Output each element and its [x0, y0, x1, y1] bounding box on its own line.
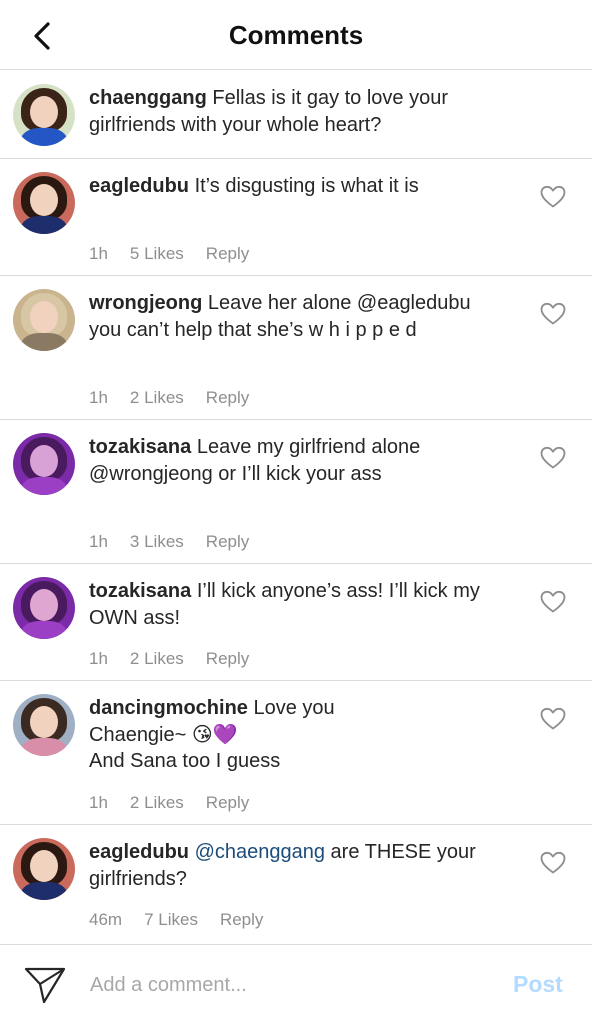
- heart-outline-icon: [540, 590, 566, 613]
- comment-username[interactable]: wrongjeong: [89, 292, 202, 314]
- comment-text: dancingmochine Love you Chaengie~ 😘💜 And…: [89, 695, 489, 775]
- comment-item: wrongjeong Leave her alone @eagledubu yo…: [0, 276, 592, 420]
- comment-meta: 1h 2 Likes Reply: [89, 793, 271, 813]
- comment-text: eagledubu It’s disgusting is what it is: [89, 173, 489, 200]
- comment-time: 1h: [89, 244, 108, 263]
- heart-outline-icon: [540, 851, 566, 874]
- comment-meta: 1h 2 Likes Reply: [89, 649, 271, 669]
- comment-username[interactable]: tozakisana: [89, 580, 191, 602]
- comment-time: 1h: [89, 532, 108, 551]
- comment-body: Love you: [247, 697, 335, 719]
- post-caption: chaenggang Fellas is it gay to love your…: [0, 71, 592, 159]
- heart-outline-icon: [540, 707, 566, 730]
- comment-item: dancingmochine Love you Chaengie~ 😘💜 And…: [0, 681, 592, 825]
- avatar[interactable]: [13, 838, 75, 900]
- comment-item: eagledubu It’s disgusting is what it is …: [0, 159, 592, 276]
- avatar[interactable]: [13, 694, 75, 756]
- top-bar: Comments: [0, 0, 592, 70]
- mention-link[interactable]: @chaenggang: [195, 841, 325, 863]
- comment-likes[interactable]: 5 Likes: [130, 244, 184, 264]
- comment-time: 1h: [89, 793, 108, 812]
- reply-button[interactable]: Reply: [206, 793, 249, 813]
- paper-plane-icon: [24, 967, 66, 1004]
- like-button[interactable]: [540, 851, 566, 875]
- avatar[interactable]: [13, 84, 75, 146]
- avatar[interactable]: [13, 172, 75, 234]
- comment-meta: 1h 3 Likes Reply: [89, 532, 271, 552]
- comment-list[interactable]: chaenggang Fellas is it gay to love your…: [0, 71, 592, 944]
- like-button[interactable]: [540, 302, 566, 326]
- comment-body-line: Chaengie~ 😘💜: [89, 723, 238, 746]
- like-button[interactable]: [540, 185, 566, 209]
- share-button[interactable]: [24, 965, 66, 1005]
- comment-text: tozakisana I’ll kick anyone’s ass! I’ll …: [89, 578, 489, 631]
- comment-username[interactable]: eagledubu: [89, 175, 189, 197]
- heart-outline-icon: [540, 446, 566, 469]
- comment-likes[interactable]: 2 Likes: [130, 649, 184, 669]
- reply-button[interactable]: Reply: [206, 532, 249, 552]
- comment-meta: 1h 2 Likes Reply: [89, 388, 271, 408]
- comment-composer: Post: [0, 944, 592, 1024]
- like-button[interactable]: [540, 446, 566, 470]
- avatar[interactable]: [13, 433, 75, 495]
- comment-text: tozakisana Leave my girlfriend alone @wr…: [89, 434, 489, 487]
- comment-body-line: And Sana too I guess: [89, 750, 281, 772]
- comment-item: tozakisana I’ll kick anyone’s ass! I’ll …: [0, 564, 592, 681]
- comment-likes[interactable]: 3 Likes: [130, 532, 184, 552]
- comment-username[interactable]: chaenggang: [89, 87, 207, 109]
- comment-likes[interactable]: 7 Likes: [144, 910, 198, 930]
- comment-username[interactable]: dancingmochine: [89, 697, 248, 719]
- comment-time: 46m: [89, 910, 123, 929]
- heart-outline-icon: [540, 302, 566, 325]
- reply-button[interactable]: Reply: [220, 910, 263, 930]
- reply-button[interactable]: Reply: [206, 649, 249, 669]
- avatar[interactable]: [13, 577, 75, 639]
- comment-meta: 1h 5 Likes Reply: [89, 244, 271, 264]
- post-button[interactable]: Post: [513, 971, 563, 998]
- comment-meta: 46m 7 Likes Reply: [89, 910, 285, 930]
- avatar[interactable]: [13, 289, 75, 351]
- comment-time: 1h: [89, 649, 108, 668]
- comment-text: wrongjeong Leave her alone @eagledubu yo…: [89, 290, 489, 343]
- comment-time: 1h: [89, 388, 108, 407]
- heart-outline-icon: [540, 185, 566, 208]
- comment-username[interactable]: tozakisana: [89, 436, 191, 458]
- comment-username[interactable]: eagledubu: [89, 841, 189, 863]
- comment-item: tozakisana Leave my girlfriend alone @wr…: [0, 420, 592, 564]
- reply-button[interactable]: Reply: [206, 244, 249, 264]
- comment-body: It’s disgusting is what it is: [189, 175, 419, 197]
- comment-input[interactable]: [90, 967, 470, 1003]
- like-button[interactable]: [540, 590, 566, 614]
- comment-item: eagledubu @chaenggang are THESE your gir…: [0, 825, 592, 944]
- reply-button[interactable]: Reply: [206, 388, 249, 408]
- like-button[interactable]: [540, 707, 566, 731]
- comment-likes[interactable]: 2 Likes: [130, 388, 184, 408]
- comment-text: eagledubu @chaenggang are THESE your gir…: [89, 839, 489, 892]
- comment-likes[interactable]: 2 Likes: [130, 793, 184, 813]
- page-title: Comments: [228, 20, 364, 50]
- caption-text: chaenggang Fellas is it gay to love your…: [89, 85, 529, 138]
